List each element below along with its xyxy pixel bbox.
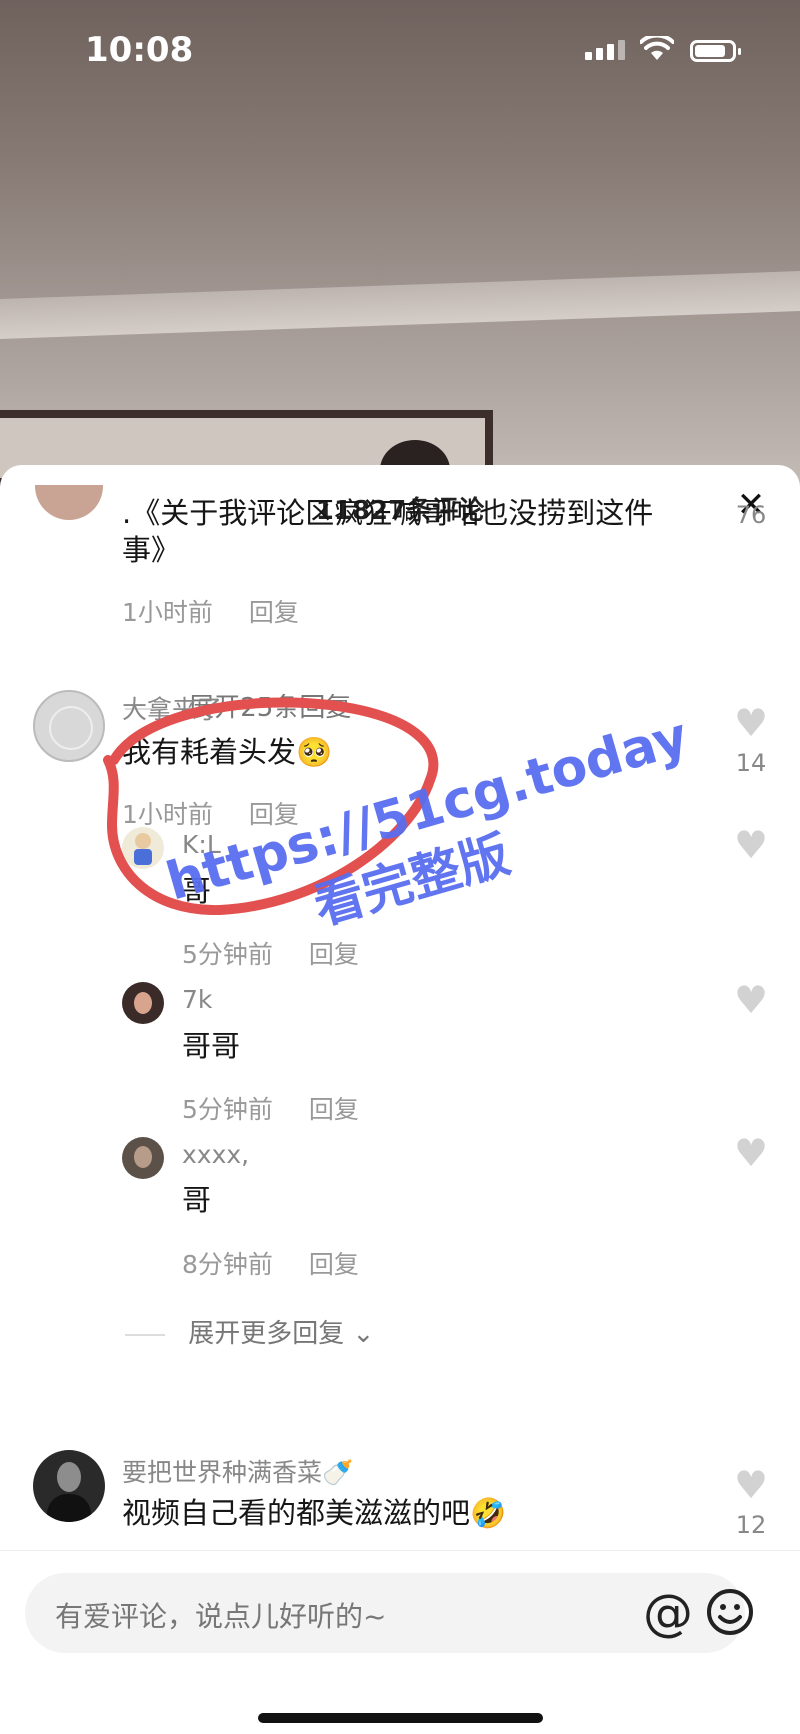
status-bar: 10:08 [0, 0, 800, 100]
chevron-down-icon: ⌄ [351, 693, 382, 723]
comments-sheet: 11827条评论 ✕ .《关于我评论区疯狂喊哥咕也没捞到这件 事》 76 1小时… [0, 465, 800, 1733]
expand-more-replies-button[interactable]: 展开更多回复 ⌄ [125, 1313, 374, 1350]
like-count: 76 [735, 501, 767, 529]
comment-text-body: 视频自己看的都美滋滋的吧 [122, 1496, 471, 1530]
comment-text: 视频自己看的都美滋滋的吧🤣 [122, 1490, 506, 1532]
home-indicator [258, 1713, 543, 1723]
like-button[interactable]: ♥ [731, 980, 771, 1020]
pleading-emoji: 🥺 [296, 735, 333, 769]
status-time: 10:08 [85, 30, 194, 70]
reply-meta: 5分钟前 回复 [182, 1090, 359, 1126]
bottle-emoji: 🍼 [322, 1458, 354, 1487]
reply-button[interactable]: 回复 [309, 1250, 359, 1279]
like-button[interactable]: ♥ [731, 1133, 771, 1173]
at-icon[interactable]: @ [643, 1583, 693, 1643]
reply-button[interactable]: 回复 [249, 598, 299, 627]
avatar[interactable] [122, 827, 164, 869]
comment-text: .《关于我评论区疯狂喊哥咕也没捞到这件 [122, 496, 654, 530]
like-button[interactable]: ♥ 12 [731, 1465, 771, 1539]
ceiling-molding [0, 271, 800, 339]
reply-time: 5分钟前 [182, 1095, 273, 1124]
comment-username[interactable]: 要把世界种满香菜🍼 [122, 1453, 353, 1489]
like-count: 12 [735, 1511, 767, 1539]
avatar[interactable] [122, 1137, 164, 1179]
battery-icon [690, 40, 741, 62]
comment-time: 1小时前 [122, 598, 213, 627]
reply-time: 8分钟前 [182, 1250, 273, 1279]
reply-meta: 8分钟前 回复 [182, 1245, 359, 1281]
comment-text-body: 我有耗着头发 [122, 735, 297, 769]
comment-text-continued: 事》 [122, 533, 181, 567]
heart-icon: ♥ [733, 701, 769, 745]
reply-button[interactable]: 回复 [309, 940, 359, 969]
comment-text: 我有耗着头发🥺 [122, 729, 332, 771]
avatar[interactable] [33, 1450, 105, 1522]
comment-input-placeholder: 有爱评论，说点儿好听的~ [55, 1600, 387, 1633]
reply-username[interactable]: xxxx, [182, 1140, 249, 1169]
like-button[interactable]: ♥ 14 [731, 703, 771, 777]
reply-button[interactable]: 回复 [309, 1095, 359, 1124]
like-button[interactable]: 76 [731, 495, 771, 529]
heart-icon: ♥ [733, 823, 769, 867]
signal-icon [585, 40, 629, 60]
comment-username[interactable]: 大拿来了 [122, 690, 222, 726]
avatar[interactable] [33, 690, 105, 762]
like-button[interactable]: ♥ [731, 825, 771, 865]
chevron-down-icon: ⌄ [344, 1319, 375, 1349]
reply-text: 哥哥 [182, 1029, 241, 1063]
laughing-emoji: 🤣 [470, 1496, 507, 1530]
heart-icon: ♥ [733, 1463, 769, 1507]
comment-time: 1小时前 [122, 800, 213, 829]
comment-input-bar: 有爱评论，说点儿好听的~ @ [0, 1550, 800, 1734]
heart-icon: ♥ [733, 978, 769, 1022]
comment-username-text: 要把世界种满香菜 [122, 1458, 323, 1487]
reply-username[interactable]: 7k [182, 985, 212, 1014]
reply-text: 哥 [182, 1183, 212, 1217]
heart-icon: ♥ [733, 1131, 769, 1175]
like-count: 14 [735, 749, 767, 777]
emoji-icon[interactable] [705, 1587, 755, 1637]
comment-input[interactable]: 有爱评论，说点儿好听的~ @ [25, 1573, 753, 1653]
wifi-icon [640, 36, 674, 60]
avatar[interactable] [122, 982, 164, 1024]
expand-more-label: 展开更多回复 [188, 1319, 345, 1349]
comment-meta: 1小时前 回复 [122, 593, 299, 629]
